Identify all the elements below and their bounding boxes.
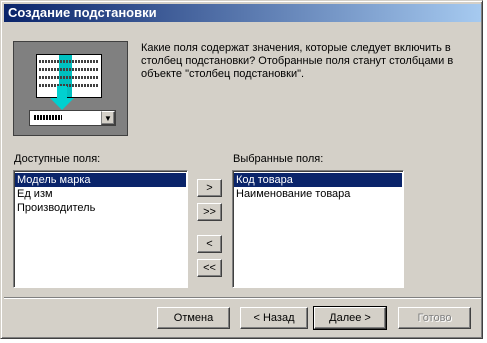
footer-separator <box>4 297 481 299</box>
available-fields-label: Доступные поля: <box>14 153 101 165</box>
combo-box-image: ▼ <box>29 110 116 126</box>
available-field-item[interactable]: Модель марка <box>15 173 186 187</box>
add-all-fields-button[interactable]: >> <box>197 203 222 221</box>
selected-field-item[interactable]: Код товара <box>234 173 402 187</box>
available-field-item[interactable]: Производитель <box>15 201 186 215</box>
finish-button[interactable]: Готово <box>398 307 471 329</box>
lookup-wizard-dialog: Создание подстановки ▼ Какие поля содерж… <box>0 0 483 339</box>
wizard-description: Какие поля содержат значения, которые сл… <box>141 42 454 80</box>
dialog-title: Создание подстановки <box>4 4 481 22</box>
cancel-button[interactable]: Отмена <box>157 307 230 329</box>
add-field-button[interactable]: > <box>197 179 222 197</box>
down-arrow-icon <box>50 98 74 110</box>
available-fields-list[interactable]: Модель марка Ед изм Производитель <box>13 170 188 288</box>
selected-fields-label: Выбранные поля: <box>233 153 324 165</box>
selected-field-item[interactable]: Наименование товара <box>234 187 402 201</box>
selected-fields-list[interactable]: Код товара Наименование товара <box>232 170 404 288</box>
next-button[interactable]: Далее > <box>313 306 387 330</box>
remove-all-fields-button[interactable]: << <box>197 259 222 277</box>
chevron-down-icon: ▼ <box>101 111 115 125</box>
wizard-illustration: ▼ <box>13 41 128 136</box>
back-button[interactable]: < Назад <box>240 307 308 329</box>
available-field-item[interactable]: Ед изм <box>15 187 186 201</box>
table-grid-image <box>36 54 102 98</box>
remove-field-button[interactable]: < <box>197 235 222 253</box>
